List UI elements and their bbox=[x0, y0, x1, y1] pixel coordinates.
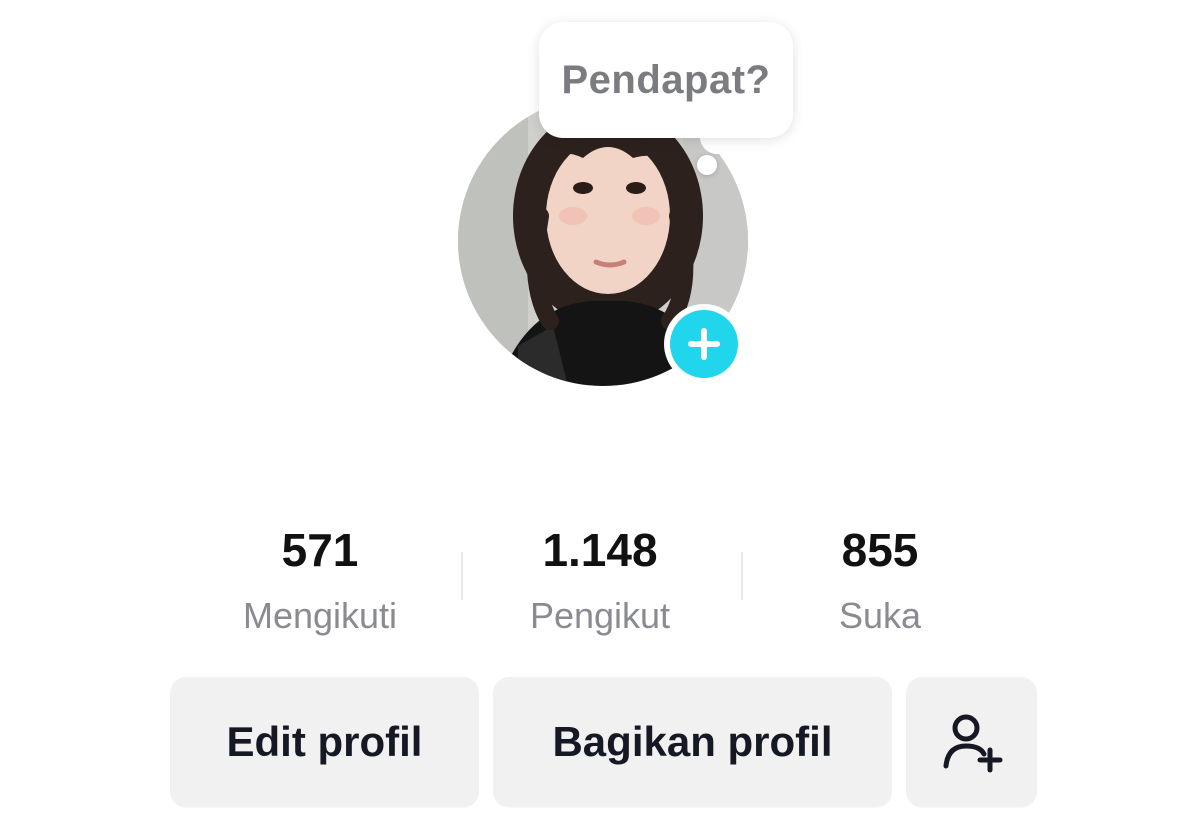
followers-count: 1.148 bbox=[542, 524, 658, 576]
add-friend-icon bbox=[943, 714, 1002, 773]
add-story-circle bbox=[670, 310, 738, 378]
add-story-button[interactable] bbox=[664, 304, 744, 384]
note-bubble[interactable]: Pendapat? bbox=[539, 22, 793, 138]
edit-profile-button[interactable]: Edit profil bbox=[170, 677, 479, 807]
stat-followers[interactable]: 1.148 Pengikut bbox=[460, 522, 740, 640]
followers-label: Pengikut bbox=[529, 595, 671, 636]
following-count: 571 bbox=[281, 524, 359, 576]
stat-divider bbox=[461, 552, 463, 600]
stat-divider bbox=[741, 552, 743, 600]
stat-likes[interactable]: 855 Suka bbox=[740, 522, 1020, 640]
share-profile-button[interactable]: Bagikan profil bbox=[493, 677, 892, 807]
share-profile-label: Bagikan profil bbox=[552, 718, 833, 765]
edit-profile-label: Edit profil bbox=[226, 718, 423, 765]
profile-stats: 571 Mengikuti 1.148 Pengikut 855 Suka bbox=[180, 522, 1020, 642]
likes-label: Suka bbox=[838, 595, 922, 636]
bubble-dot bbox=[697, 155, 717, 175]
likes-count: 855 bbox=[841, 524, 919, 576]
following-label: Mengikuti bbox=[242, 595, 398, 636]
plus-icon bbox=[688, 328, 720, 360]
note-prompt: Pendapat? bbox=[561, 57, 771, 102]
stat-following[interactable]: 571 Mengikuti bbox=[180, 522, 460, 640]
add-friend-button[interactable] bbox=[906, 677, 1037, 807]
